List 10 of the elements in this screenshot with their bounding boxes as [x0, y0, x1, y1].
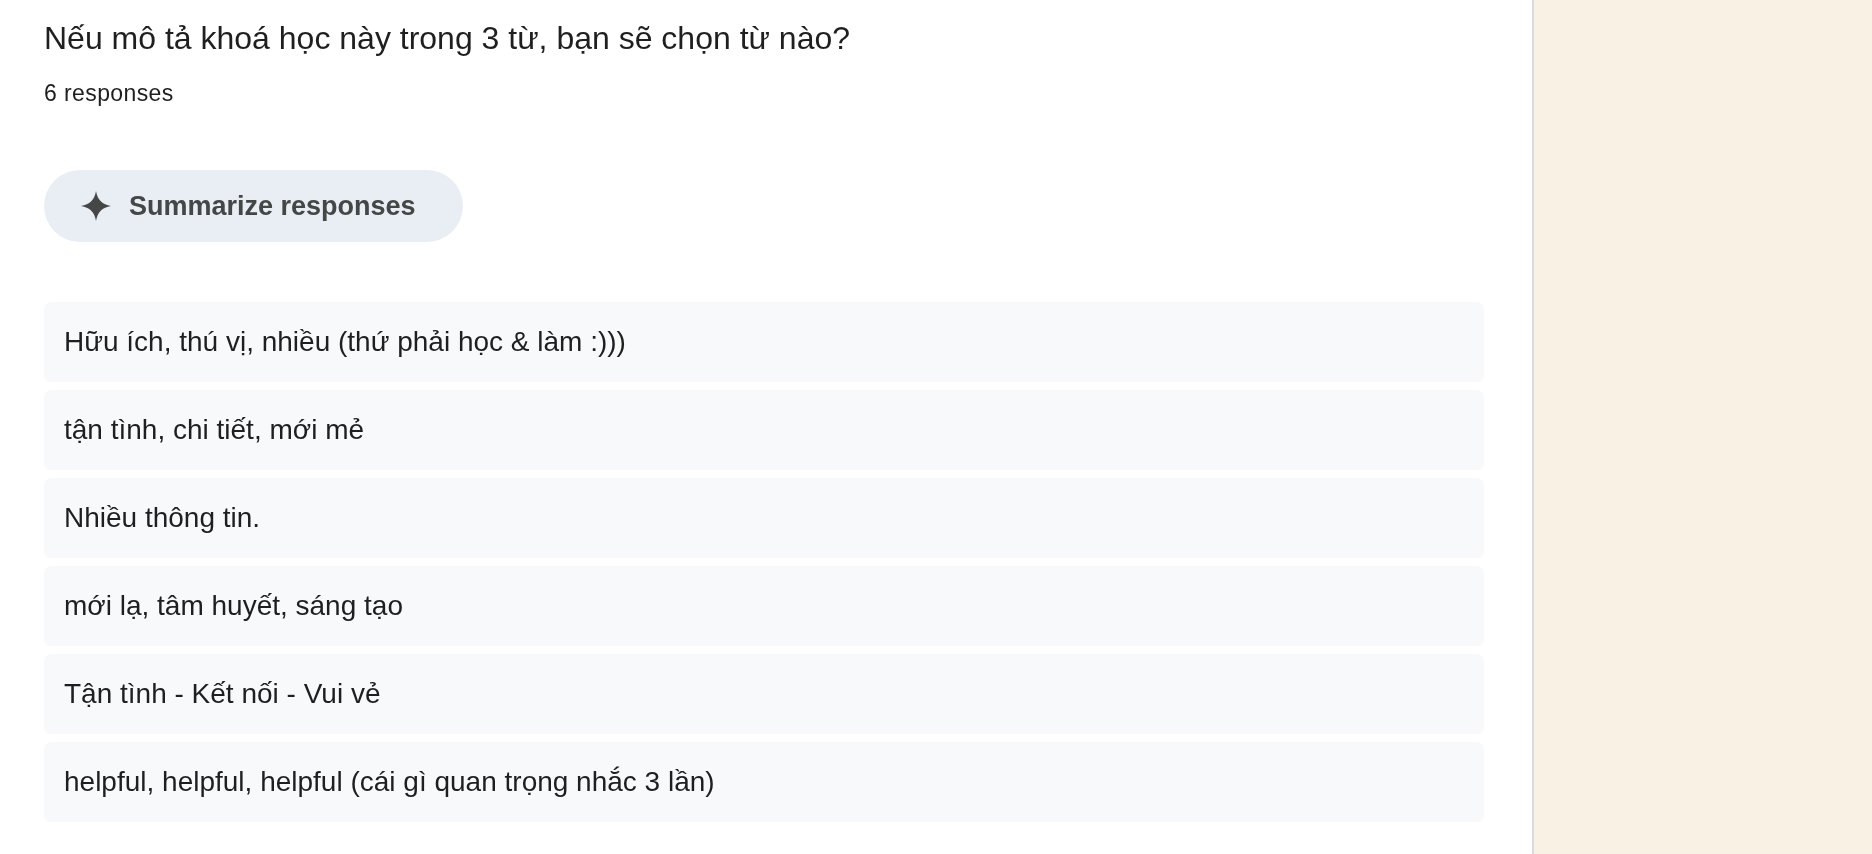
response-count: 6 responses: [44, 81, 174, 105]
sparkle-icon: [81, 191, 111, 221]
response-item: Tận tình - Kết nối - Vui vẻ: [44, 654, 1484, 734]
response-item: Nhiều thông tin.: [44, 478, 1484, 558]
response-item: tận tình, chi tiết, mới mẻ: [44, 390, 1484, 470]
question-title: Nếu mô tả khoá học này trong 3 từ, bạn sẽ chọn từ nào?: [44, 19, 850, 58]
response-item: Hữu ích, thú vị, nhiều (thứ phải học & làm :))): [44, 302, 1484, 382]
response-item: mới lạ, tâm huyết, sáng tạo: [44, 566, 1484, 646]
summarize-button[interactable]: Summarize responses: [44, 170, 463, 242]
response-item: helpful, helpful, helpful (cái gì quan trọng nhắc 3 lần): [44, 742, 1484, 822]
